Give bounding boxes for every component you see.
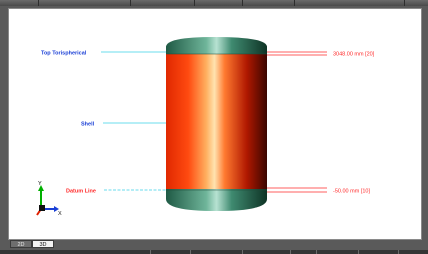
top-head[interactable] <box>166 37 267 55</box>
toolbar-cell[interactable] <box>130 0 195 6</box>
toolbar-cell[interactable] <box>38 0 131 6</box>
app-window: Top Torispherical Shell Datum Line 3048.… <box>0 0 428 254</box>
label-shell: Shell <box>81 122 95 128</box>
label-datum: Datum Line <box>66 189 96 195</box>
axis-x-label: X <box>58 211 62 217</box>
dimension-bottom-label: -50.00 mm [10] <box>333 189 370 195</box>
status-cell <box>242 250 291 254</box>
status-cell <box>290 250 317 254</box>
label-top-head: Top Torispherical <box>41 51 87 57</box>
status-cell <box>398 250 428 254</box>
toolbar-cell[interactable] <box>0 0 39 6</box>
bottom-head[interactable] <box>166 189 267 211</box>
vessel-shell[interactable] <box>166 54 267 190</box>
top-toolbar <box>0 0 428 6</box>
vessel-drawing: Top Torispherical Shell Datum Line 3048.… <box>36 37 375 217</box>
dimension-top-label: 3048.00 mm [20] <box>333 52 375 58</box>
toolbar-cell[interactable] <box>294 0 405 6</box>
tab-3d-view[interactable]: 3D View <box>32 240 54 254</box>
axis-y-label: Y <box>38 181 42 187</box>
status-cell <box>190 250 243 254</box>
axis-triad: Y X <box>36 181 62 217</box>
axis-origin <box>39 205 45 211</box>
status-bar <box>0 250 428 254</box>
status-cell <box>316 250 359 254</box>
toolbar-cell[interactable] <box>242 0 295 6</box>
toolbar-cell[interactable] <box>194 0 243 6</box>
3d-viewport[interactable]: Top Torispherical Shell Datum Line 3048.… <box>8 8 422 240</box>
status-cell <box>358 250 399 254</box>
tab-2d-view[interactable]: 2D View <box>10 240 32 254</box>
status-cell <box>150 250 191 254</box>
